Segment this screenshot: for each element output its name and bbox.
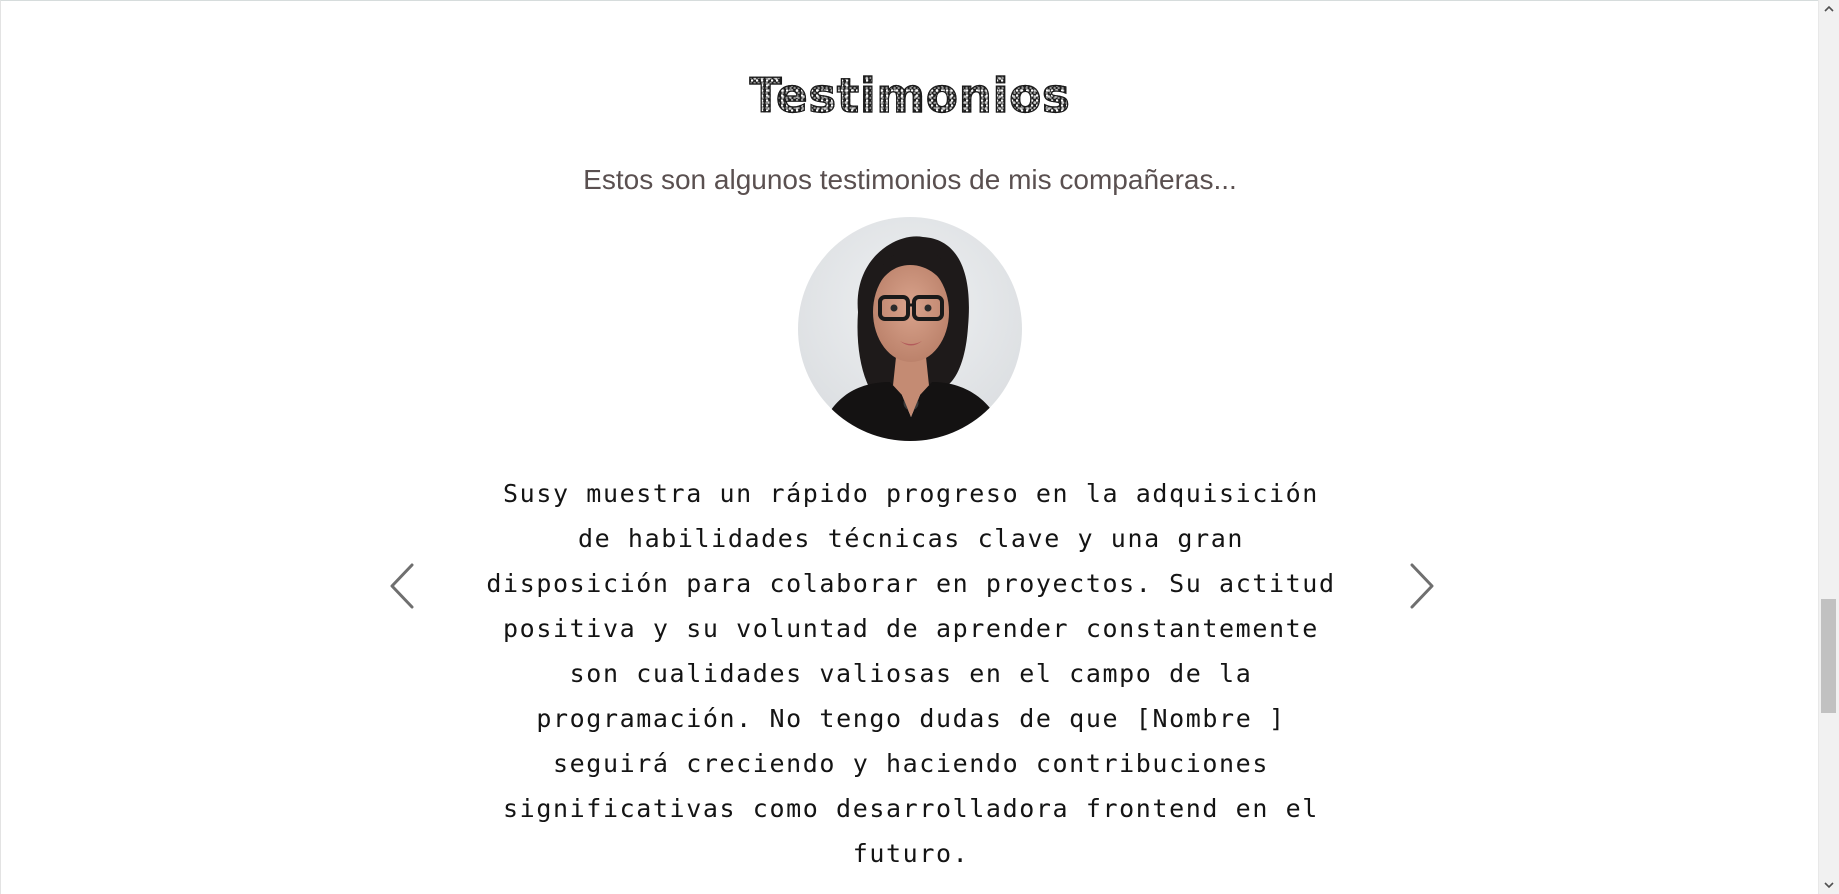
carousel-prev-button[interactable] [382,559,422,613]
chevron-left-icon [390,563,414,609]
scroll-up-arrow-icon [1824,5,1834,12]
scrollbar-thumb[interactable] [1821,599,1836,713]
testimonials-page: Testimonios Estos son algunos testimonio… [0,0,1819,894]
section-title: Testimonios [1,68,1819,125]
carousel-next-button[interactable] [1402,559,1442,613]
testimonial-quote: Susy muestra un rápido progreso en la ad… [486,479,1336,868]
testimonial-avatar [798,217,1022,441]
section-subtitle: Estos son algunos testimonios de mis com… [583,164,1237,195]
scroll-up-button[interactable] [1819,0,1839,17]
scroll-down-button[interactable] [1819,877,1839,894]
chevron-right-icon [1410,563,1434,609]
scroll-down-arrow-icon [1824,882,1834,889]
avatar-photo [798,217,1022,441]
vertical-scrollbar[interactable] [1818,0,1839,894]
